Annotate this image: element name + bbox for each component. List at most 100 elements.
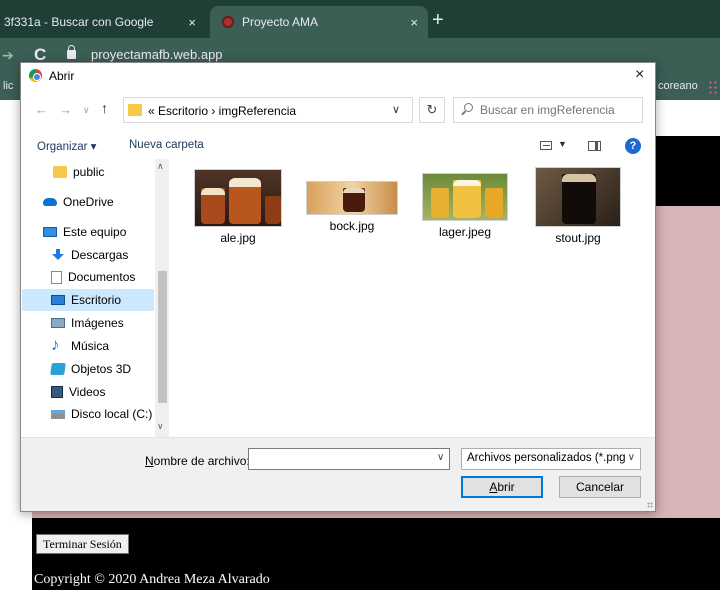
download-icon [51, 249, 65, 261]
file-item[interactable]: ale.jpg [188, 169, 288, 245]
bookmark-item[interactable]: coreano [658, 80, 698, 92]
filename-combobox[interactable]: ∨ [248, 448, 450, 470]
beer-foam [229, 178, 261, 187]
beer-foam [343, 188, 365, 193]
file-name: ale.jpg [220, 231, 256, 245]
dialog-bottom-bar: Nombre de archivo: ∨ Archivos personaliz… [21, 437, 655, 511]
pictures-icon [51, 318, 65, 328]
nav-item-public[interactable]: public [53, 161, 153, 183]
beer-foam [562, 174, 596, 182]
organize-menu[interactable]: Organizar ▾ [37, 139, 96, 153]
refresh-icon[interactable]: ↻ [419, 97, 445, 123]
address-bar[interactable]: proyectamafb.web.app [91, 47, 223, 62]
image-thumbnail [306, 181, 398, 215]
close-icon[interactable]: × [410, 15, 418, 30]
open-button[interactable]: Abrir [461, 476, 543, 498]
beer-foam [453, 180, 481, 186]
image-thumbnail [194, 169, 282, 227]
nav-item-objetos-3d[interactable]: Objetos 3D [50, 358, 153, 380]
beer-glass [431, 188, 449, 218]
forward-icon[interactable]: → [59, 102, 72, 117]
folder-icon [128, 104, 142, 116]
close-icon[interactable]: × [188, 15, 196, 30]
filename-label-accesskey: N [145, 454, 154, 468]
forward-icon[interactable]: ➔ [2, 47, 14, 64]
file-type-value: Archivos personalizados (*.png; [467, 452, 629, 464]
search-box[interactable] [453, 97, 643, 123]
image-thumbnail [535, 167, 621, 227]
file-name: stout.jpg [555, 231, 601, 245]
chevron-down-icon[interactable]: ∨ [392, 103, 400, 116]
chevron-down-icon[interactable]: ∨ [437, 452, 444, 463]
nav-item-descargas[interactable]: Descargas [51, 244, 153, 266]
nav-item-label: Videos [69, 385, 106, 399]
nav-item-videos[interactable]: Videos [51, 381, 153, 403]
chevron-down-icon[interactable]: ∨ [625, 452, 635, 463]
up-icon[interactable]: ↑ [101, 100, 108, 116]
filename-label-text: ombre de archivo: [153, 454, 250, 468]
file-item[interactable]: bock.jpg [302, 169, 402, 233]
chrome-icon [29, 69, 42, 82]
file-item[interactable]: stout.jpg [528, 167, 628, 245]
resize-grip-icon[interactable] [647, 502, 653, 508]
nav-item-imagenes[interactable]: Imágenes [51, 312, 153, 334]
disk-icon [51, 409, 65, 419]
tab-proyecto-ama[interactable]: Proyecto AMA × [210, 6, 428, 38]
folder-icon [53, 166, 67, 178]
logout-button[interactable]: Terminar Sesión [36, 534, 129, 554]
close-icon[interactable]: × [635, 66, 644, 84]
nav-item-label: Música [71, 339, 110, 353]
recent-locations-icon[interactable]: ∨ [83, 105, 90, 116]
back-icon[interactable]: ← [35, 102, 48, 117]
music-icon [51, 335, 65, 355]
nav-item-musica[interactable]: Música [51, 335, 153, 357]
file-type-select[interactable]: Archivos personalizados (*.png; ∨ [461, 448, 641, 470]
image-thumbnail [422, 173, 508, 221]
search-icon [464, 103, 473, 112]
open-file-dialog: Abrir × ← → ∨ ↑ « Escritorio › imgRefere… [20, 62, 656, 512]
favicon-icon [222, 16, 234, 28]
help-icon[interactable]: ? [625, 138, 641, 154]
new-folder-button[interactable]: Nueva carpeta [129, 139, 204, 151]
breadcrumb-path[interactable]: « Escritorio › imgReferencia [148, 104, 296, 118]
nav-item-label: Este equipo [63, 225, 127, 239]
apps-icon[interactable] [708, 80, 718, 94]
tab-title: Proyecto AMA [242, 15, 319, 29]
dialog-title: Abrir [49, 69, 75, 83]
breadcrumb[interactable]: « Escritorio › imgReferencia ∨ [123, 97, 413, 123]
cancel-button[interactable]: Cancelar [559, 476, 641, 498]
nav-item-disco-local[interactable]: Disco local (C:) [51, 403, 153, 425]
dialog-title-bar: Abrir × [21, 63, 655, 89]
filename-label: Nombre de archivo: [145, 454, 250, 468]
beer-glass [485, 188, 503, 218]
nav-item-escritorio[interactable]: Escritorio [22, 289, 154, 311]
navigation-pane: public OneDrive Este equipo Descargas Do… [21, 159, 169, 437]
cloud-icon [43, 198, 57, 206]
nav-item-onedrive[interactable]: OneDrive [43, 191, 153, 213]
new-tab-button[interactable]: + [432, 8, 444, 32]
nav-item-documentos[interactable]: Documentos [51, 266, 153, 288]
view-icon[interactable] [540, 141, 552, 150]
nav-item-label: OneDrive [63, 195, 114, 209]
beer-foam [201, 188, 225, 195]
file-list: ale.jpg bock.jpg lager.jpeg stout.jpg [169, 159, 655, 437]
lock-icon[interactable] [67, 45, 76, 59]
copyright-text: Copyright © 2020 Andrea Meza Alvarado [34, 572, 270, 587]
chevron-down-icon[interactable]: ▼ [558, 139, 567, 149]
tab-google-search[interactable]: 3f331a - Buscar con Google × [0, 6, 206, 38]
search-input[interactable] [480, 101, 638, 119]
scroll-up-icon[interactable]: ∧ [157, 161, 164, 172]
open-label: brir [497, 480, 515, 494]
preview-pane-icon[interactable] [588, 141, 601, 151]
scroll-down-icon[interactable]: ∨ [157, 421, 164, 432]
tab-title: 3f331a - Buscar con Google [4, 15, 154, 29]
tab-strip: 3f331a - Buscar con Google × Proyecto AM… [0, 0, 720, 38]
file-item[interactable]: lager.jpeg [415, 169, 515, 239]
nav-item-este-equipo[interactable]: Este equipo [43, 221, 153, 243]
filename-field[interactable] [252, 451, 428, 467]
bookmark-item[interactable]: lic [3, 80, 13, 92]
nav-item-label: Imágenes [71, 316, 124, 330]
video-icon [51, 386, 63, 398]
nav-scrollbar-thumb[interactable] [158, 271, 167, 403]
nav-item-label: Disco local (C:) [71, 407, 153, 421]
